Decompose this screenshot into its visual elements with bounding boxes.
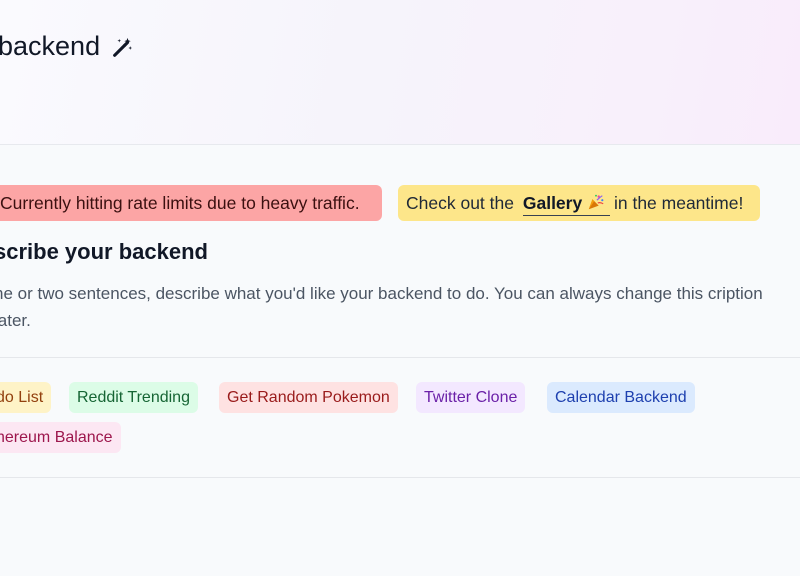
example-chip[interactable]: do List — [0, 382, 52, 413]
hero-header: backend — [0, 0, 800, 145]
gallery-link-label: Gallery — [522, 193, 583, 213]
divider — [0, 357, 800, 358]
gallery-banner-prefix: Check out the — [406, 193, 514, 213]
example-chip[interactable]: Reddit Trending — [69, 382, 198, 413]
rate-limit-banner: Currently hitting rate limits due to hea… — [0, 185, 382, 221]
rate-limit-text: Currently hitting rate limits due to hea… — [0, 193, 360, 213]
gallery-link[interactable]: Gallery — [522, 193, 610, 216]
example-chip[interactable]: Calendar Backend — [547, 382, 695, 413]
example-chip[interactable]: Get Random Pokemon — [219, 382, 398, 413]
page-title: backend — [0, 31, 101, 61]
party-popper-icon — [588, 194, 604, 210]
magic-wand-icon — [113, 37, 133, 57]
gallery-banner-suffix: in the meantime! — [613, 193, 744, 213]
example-chip[interactable]: hereum Balance — [0, 422, 121, 453]
section-description: ne or two sentences, describe what you'd… — [0, 284, 763, 330]
gallery-banner: Check out the Gallery in the meantime! — [398, 185, 760, 221]
divider — [0, 477, 800, 478]
section-title: scribe your backend — [0, 239, 208, 264]
example-chip[interactable]: Twitter Clone — [416, 382, 526, 413]
